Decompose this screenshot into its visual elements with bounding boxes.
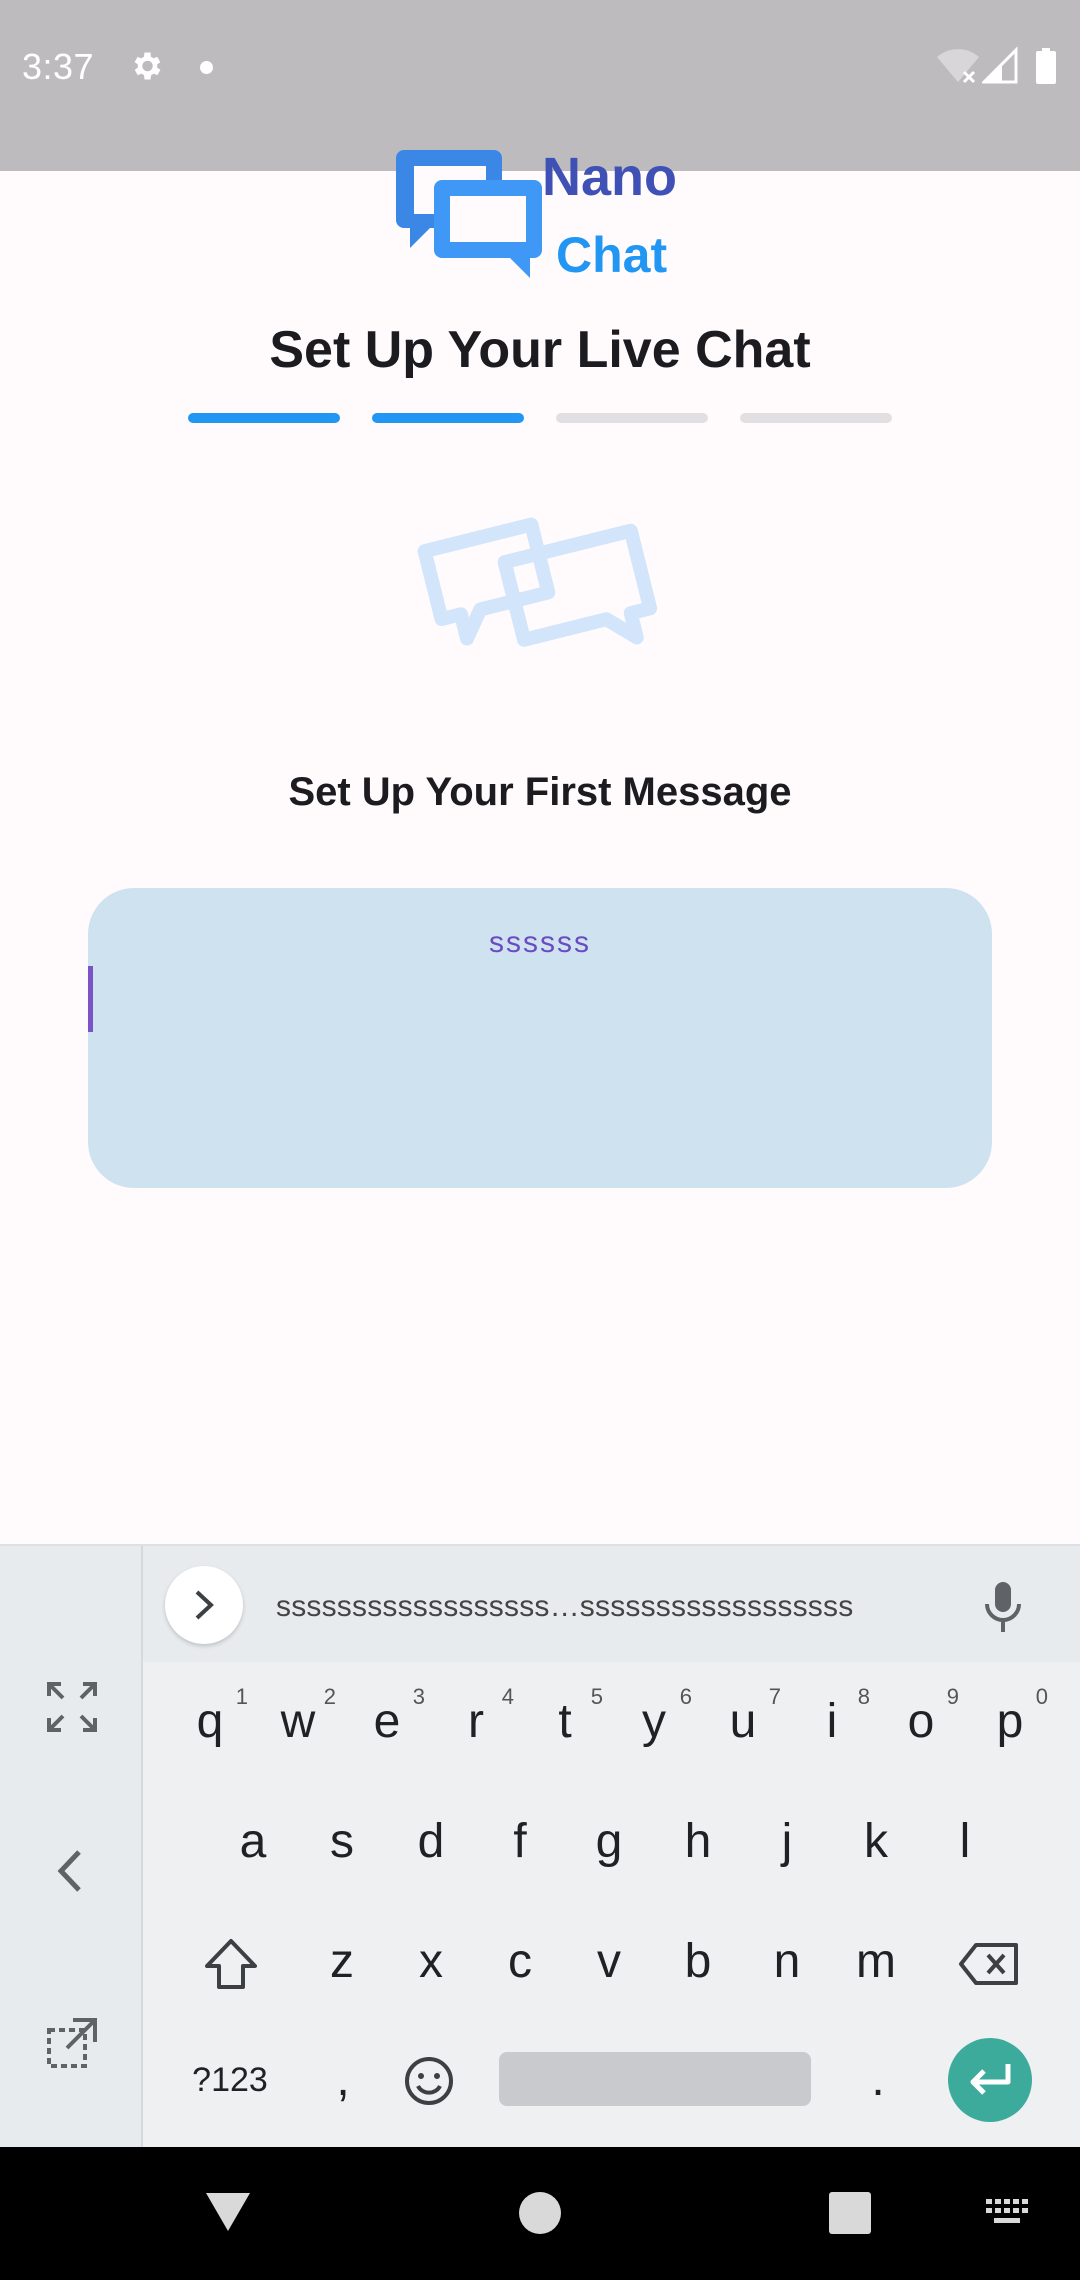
section-title: Set Up Your First Message xyxy=(288,770,792,814)
key-j[interactable]: j xyxy=(747,1792,827,1892)
wifi-off-icon xyxy=(937,49,979,84)
key-label: y xyxy=(642,1695,666,1748)
key-r[interactable]: r4 xyxy=(436,1672,516,1772)
key-l[interactable]: l xyxy=(925,1792,1005,1892)
back-chevron-icon[interactable] xyxy=(45,1844,99,1898)
key-hint: 9 xyxy=(946,1684,959,1709)
enter-key[interactable] xyxy=(948,2038,1032,2122)
key-label: i xyxy=(826,1695,838,1748)
key-x[interactable]: x xyxy=(391,1912,471,2012)
expand-keyboard-icon[interactable] xyxy=(45,1680,99,1734)
suggestion-word[interactable]: ssssssssssssssssss…ssssssssssssssssss xyxy=(276,1590,853,1624)
step-progress-indicator xyxy=(188,413,892,423)
recents-square-icon[interactable] xyxy=(828,2191,872,2235)
first-message-input[interactable]: ssssss xyxy=(88,888,992,1188)
key-hint: 0 xyxy=(1035,1684,1048,1709)
key-q[interactable]: q1 xyxy=(170,1672,250,1772)
key-e[interactable]: e3 xyxy=(347,1672,427,1772)
key-a[interactable]: a xyxy=(213,1792,293,1892)
notification-dot-icon xyxy=(200,61,213,74)
step-4-indicator xyxy=(740,413,892,423)
status-time: 3:37 xyxy=(22,46,95,87)
key-p[interactable]: p0 xyxy=(970,1672,1050,1772)
key-w[interactable]: w2 xyxy=(258,1672,338,1772)
shift-icon[interactable] xyxy=(203,1938,259,1990)
status-bar: 3:37 xyxy=(0,0,1080,171)
key-y[interactable]: y6 xyxy=(614,1672,694,1772)
key-hint: 6 xyxy=(679,1684,692,1709)
key-label: w xyxy=(280,1695,316,1748)
key-b[interactable]: b xyxy=(658,1912,738,2012)
key-hint: 2 xyxy=(323,1684,336,1709)
key-v[interactable]: v xyxy=(569,1912,649,2012)
space-bar[interactable] xyxy=(499,2052,811,2106)
navigation-bar xyxy=(0,2147,1080,2280)
home-circle-icon[interactable] xyxy=(518,2191,562,2235)
key-u[interactable]: u7 xyxy=(703,1672,783,1772)
key-f[interactable]: f xyxy=(480,1792,560,1892)
back-triangle-icon[interactable] xyxy=(204,2189,252,2233)
emoji-icon[interactable] xyxy=(404,2056,454,2106)
keyboard-side-panel xyxy=(0,1546,143,2149)
logo-text-chat: Chat xyxy=(556,227,668,283)
key-label: r xyxy=(468,1695,484,1748)
key-hint: 5 xyxy=(590,1684,603,1709)
text-cursor xyxy=(88,966,93,1032)
key-k[interactable]: k xyxy=(836,1792,916,1892)
key-label: e xyxy=(373,1695,401,1748)
key-hint: 4 xyxy=(501,1684,514,1709)
key-s[interactable]: s xyxy=(302,1792,382,1892)
keyboard-switch-icon[interactable] xyxy=(986,2199,1028,2229)
key-i[interactable]: i8 xyxy=(792,1672,872,1772)
key-n[interactable]: n xyxy=(747,1912,827,2012)
key-g[interactable]: g xyxy=(569,1792,649,1892)
battery-icon xyxy=(1036,48,1056,84)
key-comma[interactable]: , xyxy=(303,2030,383,2130)
key-c[interactable]: c xyxy=(480,1912,560,2012)
backspace-icon[interactable] xyxy=(958,1942,1020,1986)
key-t[interactable]: t5 xyxy=(525,1672,605,1772)
first-message-value: ssssss xyxy=(489,926,591,959)
step-2-indicator xyxy=(372,413,524,423)
step-3-indicator xyxy=(556,413,708,423)
key-hint: 1 xyxy=(235,1684,248,1709)
nano-chat-logo-icon xyxy=(396,150,542,278)
symbols-key[interactable]: ?123 xyxy=(180,2030,280,2130)
floating-keyboard-icon[interactable] xyxy=(45,2016,99,2070)
key-hint: 3 xyxy=(412,1684,425,1709)
key-period[interactable]: . xyxy=(838,2030,918,2130)
key-o[interactable]: o9 xyxy=(881,1672,961,1772)
enter-arrow-icon xyxy=(970,2064,1011,2095)
settings-gear-icon xyxy=(134,52,161,80)
key-d[interactable]: d xyxy=(391,1792,471,1892)
key-h[interactable]: h xyxy=(658,1792,738,1892)
key-hint: 8 xyxy=(857,1684,870,1709)
cell-signal-icon xyxy=(982,46,1018,84)
suggestion-strip: ssssssssssssssssss…ssssssssssssssssss xyxy=(143,1546,1080,1662)
page-title: Set Up Your Live Chat xyxy=(269,321,811,379)
microphone-icon[interactable] xyxy=(983,1582,1023,1632)
chat-bubbles-illustration-icon xyxy=(417,517,658,647)
key-label: p xyxy=(996,1695,1024,1748)
chevron-right-icon xyxy=(195,1590,214,1620)
key-m[interactable]: m xyxy=(836,1912,916,2012)
logo-text-nano: Nano xyxy=(542,147,677,207)
key-hint: 7 xyxy=(768,1684,781,1709)
step-1-indicator xyxy=(188,413,340,423)
expand-suggestions-button[interactable] xyxy=(165,1566,243,1644)
key-label: o xyxy=(907,1695,935,1748)
key-label: t xyxy=(558,1695,572,1748)
key-label: q xyxy=(196,1695,224,1748)
key-z[interactable]: z xyxy=(302,1912,382,2012)
key-label: u xyxy=(729,1695,757,1748)
